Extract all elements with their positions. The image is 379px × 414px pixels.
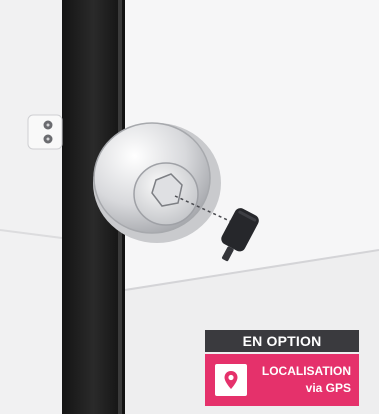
option-badge: EN OPTION LOCALISATION via GPS	[205, 330, 359, 406]
lock	[93, 122, 221, 243]
badge-text: LOCALISATION via GPS	[262, 363, 351, 397]
badge-header: EN OPTION	[205, 330, 359, 352]
badge-line-2: via GPS	[305, 381, 351, 395]
map-pin-icon	[215, 364, 247, 396]
badge-body: LOCALISATION via GPS	[205, 354, 359, 406]
door-handle	[27, 114, 63, 150]
badge-line-1: LOCALISATION	[261, 364, 351, 378]
door-panel-left	[0, 0, 62, 414]
